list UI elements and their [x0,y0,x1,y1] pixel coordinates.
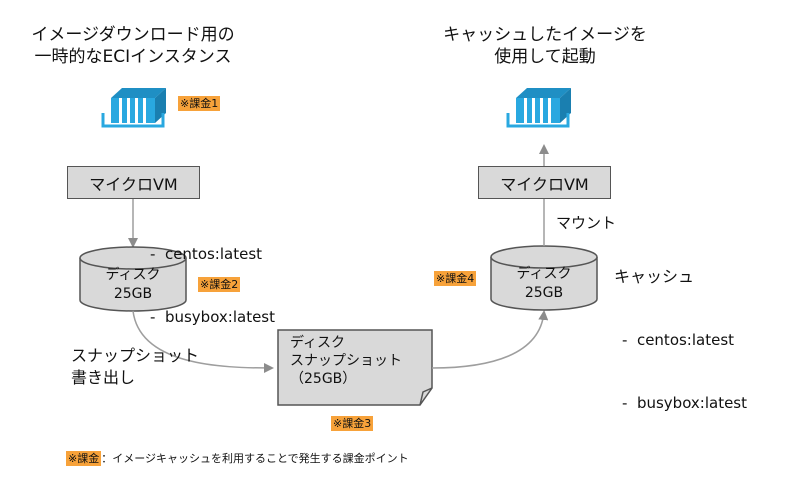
right-title-line2: 使用して起動 [494,47,596,67]
list-item: - centos:latest [622,331,735,349]
mount-label: マウント [556,214,617,232]
micro-vm-label-right: マイクロVM [500,174,589,194]
container-icon-right [506,88,571,128]
left-title: イメージダウンロード用の 一時的なECIインスタンス [28,24,238,68]
right-title: キャッシュしたイメージを 使用して起動 [430,24,660,68]
billing-tag-4: ※課金4 [434,271,477,286]
disk-left-line1: ディスク [105,267,161,283]
snapshot-export-line1: スナップショット [71,346,200,365]
disk-left-line2: 25GB [113,286,153,302]
list-item: - centos:latest [150,245,263,263]
cache-list: - centos:latest - busybox:latest [622,288,747,456]
left-title-line2: 一時的なECIインスタンス [34,47,232,67]
list-item: - busybox:latest [150,308,276,326]
snapshot-document-text: ディスク スナップショット （25GB） [290,334,402,388]
connector-snapshot-to-disk-right [431,310,549,369]
disk-right-line2: 25GB [524,285,564,301]
billing-tag-3: ※課金3 [331,416,374,431]
footer-legend-text: ：イメージキャッシュを利用することで発生する課金ポイント [101,452,409,465]
snapshot-export-label: スナップショット 書き出し [71,345,199,389]
disk-right-line1: ディスク [516,266,572,282]
cache-info: キャッシュ - centos:latest - busybox:latest [612,266,747,456]
disk-label-left: ディスク 25GB [80,266,186,304]
cache-title: キャッシュ [614,267,695,286]
doc-line3: （25GB） [290,371,357,387]
micro-vm-box-left: マイクロVM [67,166,200,199]
footer-billing-tag: ※課金 [66,451,102,466]
left-title-line1: イメージダウンロード用の [31,25,235,45]
disk-label-right: ディスク 25GB [491,265,597,303]
container-icon-left [101,88,166,128]
micro-vm-box-right: マイクロVM [478,166,611,199]
billing-tag-1: ※課金1 [178,96,221,111]
footer-legend: ※課金 ：イメージキャッシュを利用することで発生する課金ポイント [66,451,409,466]
snapshot-export-line2: 書き出し [71,368,136,387]
list-item: - busybox:latest [622,394,748,412]
doc-line1: ディスク [290,335,346,351]
micro-vm-label-left: マイクロVM [89,174,178,194]
right-title-line1: キャッシュしたイメージを [443,25,647,45]
doc-line2: スナップショット [290,353,402,369]
